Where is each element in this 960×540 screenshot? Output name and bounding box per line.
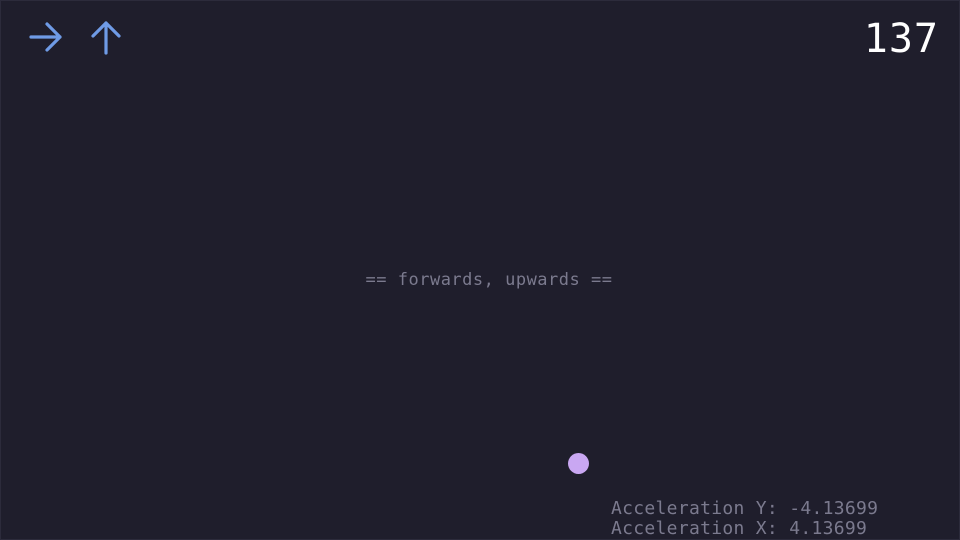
debug-readout: Acceleration Y: -4.13699 Acceleration X:…: [611, 499, 878, 539]
acceleration-y-readout: Acceleration Y: -4.13699: [611, 498, 879, 519]
score-counter: 137: [863, 16, 939, 62]
acceleration-x-readout: Acceleration X: 4.13699: [611, 518, 868, 539]
arrow-right-icon: [27, 18, 65, 56]
player-ball: [568, 453, 589, 474]
instruction-text: == forwards, upwards ==: [365, 270, 613, 290]
game-screen[interactable]: 137 == forwards, upwards == Acceleration…: [0, 0, 960, 540]
arrow-up-icon: [87, 18, 125, 56]
